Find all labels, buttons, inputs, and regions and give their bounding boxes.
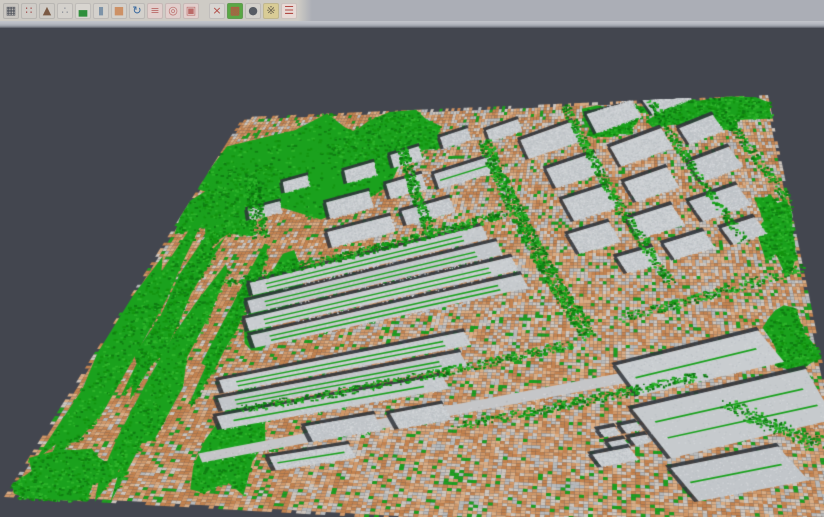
surface-tool-button[interactable]: ▄ bbox=[75, 3, 91, 19]
classification-map-tool-icon: ▩ bbox=[230, 3, 240, 19]
point-cloud-tool-icon: ∴ bbox=[62, 3, 69, 19]
profile-bar-tool-icon: ▮ bbox=[98, 3, 104, 19]
classification-map-tool-button[interactable]: ▩ bbox=[227, 3, 243, 19]
select-grid-tool-button[interactable]: ▦ bbox=[3, 3, 19, 19]
target-circle-tool-icon: ◎ bbox=[168, 3, 178, 19]
point-pairs-tool-icon: ∷ bbox=[26, 3, 33, 19]
toolbar-buttons: ▦ ∷ ▲ ∴ ▄ ▮ ■ ↻ ≡ ◎ ▣ × ▩ ● ※ ☰ bbox=[0, 3, 298, 19]
orbit-tool-icon: ↻ bbox=[132, 3, 141, 19]
annotate-tool-button[interactable]: ※ bbox=[263, 3, 279, 19]
sphere-render-tool-button[interactable]: ● bbox=[245, 3, 261, 19]
toolbar: ▦ ∷ ▲ ∴ ▄ ▮ ■ ↻ ≡ ◎ ▣ × ▩ ● ※ ☰ bbox=[0, 0, 824, 21]
point-pairs-tool-button[interactable]: ∷ bbox=[21, 3, 37, 19]
extent-select-tool-button[interactable]: ▣ bbox=[183, 3, 199, 19]
target-circle-tool-button[interactable]: ◎ bbox=[165, 3, 181, 19]
annotate-tool-icon: ※ bbox=[266, 3, 275, 19]
clear-selection-tool-button[interactable]: × bbox=[209, 3, 225, 19]
orbit-tool-button[interactable]: ↻ bbox=[129, 3, 145, 19]
layer-list-tool-button[interactable]: ≡ bbox=[147, 3, 163, 19]
application-window: { "toolbar": { "background_left": "#cecb… bbox=[0, 0, 824, 517]
surface-tool-icon: ▄ bbox=[79, 3, 87, 19]
terrain-tool-button[interactable]: ▲ bbox=[39, 3, 55, 19]
section-stack-tool-button[interactable]: ☰ bbox=[281, 3, 297, 19]
ortho-image-tool-button[interactable]: ■ bbox=[111, 3, 127, 19]
viewport-3d-canvas[interactable] bbox=[0, 28, 824, 517]
ortho-image-tool-icon: ■ bbox=[114, 3, 124, 19]
clear-selection-tool-icon: × bbox=[212, 3, 221, 19]
point-cloud-tool-button[interactable]: ∴ bbox=[57, 3, 73, 19]
section-stack-tool-icon: ☰ bbox=[284, 3, 294, 19]
sphere-render-tool-icon: ● bbox=[248, 3, 258, 19]
toolbar-strip bbox=[0, 21, 824, 28]
layer-list-tool-icon: ≡ bbox=[150, 3, 159, 19]
terrain-tool-icon: ▲ bbox=[43, 3, 51, 19]
profile-bar-tool-button[interactable]: ▮ bbox=[93, 3, 109, 19]
extent-select-tool-icon: ▣ bbox=[186, 3, 196, 19]
select-grid-tool-icon: ▦ bbox=[6, 3, 16, 19]
